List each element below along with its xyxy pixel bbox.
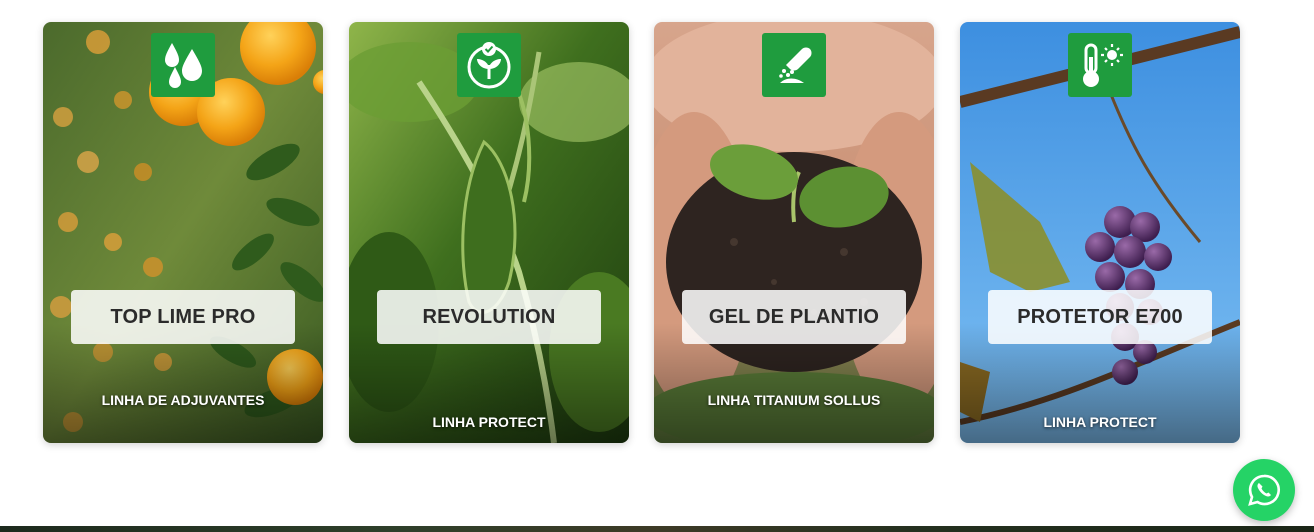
hand-planting-icon (762, 33, 826, 97)
product-card-top-lime-pro[interactable]: TOP LIME PRO LINHA DE ADJUVANTES (43, 22, 323, 443)
product-line-label: LINHA PROTECT (432, 414, 546, 430)
product-line-label: LINHA DE ADJUVANTES (101, 392, 265, 408)
product-title: REVOLUTION (377, 290, 601, 344)
product-card-gel-de-plantio[interactable]: GEL DE PLANTIO LINHA TITANIUM SOLLUS (654, 22, 934, 443)
product-title: TOP LIME PRO (71, 290, 295, 344)
thermometer-sun-icon (1068, 33, 1132, 97)
whatsapp-icon (1248, 474, 1280, 506)
product-title: GEL DE PLANTIO (682, 290, 906, 344)
product-title: PROTETOR E700 (988, 290, 1212, 344)
plant-protection-icon (457, 33, 521, 97)
product-card-revolution[interactable]: REVOLUTION LINHA PROTECT (349, 22, 629, 443)
whatsapp-button[interactable] (1233, 459, 1295, 521)
product-grid: TOP LIME PRO LINHA DE ADJUVANTES REVOLUT… (0, 0, 1314, 532)
footer-image-strip (0, 526, 1314, 532)
product-line-label: LINHA TITANIUM SOLLUS (707, 392, 881, 408)
water-drops-icon (151, 33, 215, 97)
product-line-label: LINHA PROTECT (1043, 414, 1157, 430)
product-card-protetor-e700[interactable]: PROTETOR E700 LINHA PROTECT (960, 22, 1240, 443)
